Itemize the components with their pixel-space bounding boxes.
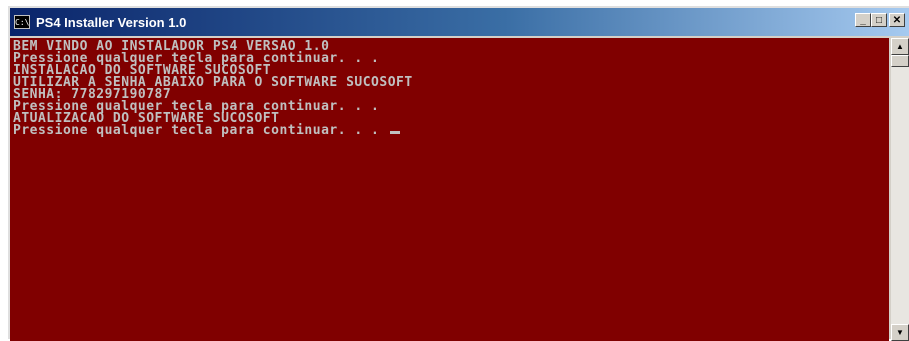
close-button[interactable]: ✕	[889, 13, 905, 27]
console-prompt-line: Pressione qualquer tecla para continuar.…	[13, 123, 889, 138]
minimize-button[interactable]: _	[855, 13, 871, 27]
maximize-button[interactable]: □	[871, 13, 887, 27]
title-buttons: _ □ ✕	[855, 13, 905, 27]
text-cursor	[389, 131, 400, 134]
console-app-icon[interactable]: C:\	[14, 15, 30, 29]
title-bar[interactable]: C:\ PS4 Installer Version 1.0 _ □ ✕	[10, 8, 909, 36]
console-output[interactable]: BEM VINDO AO INSTALADOR PS4 VERSAO 1.0 P…	[10, 38, 889, 341]
scroll-thumb[interactable]	[891, 55, 909, 67]
console-line-text: Pressione qualquer tecla para continuar.…	[13, 123, 388, 138]
scroll-up-arrow-icon[interactable]: ▲	[891, 38, 909, 55]
console-window: C:\ PS4 Installer Version 1.0 _ □ ✕ BEM …	[8, 6, 909, 341]
vertical-scrollbar[interactable]: ▲ ▼	[891, 38, 909, 341]
window-title: PS4 Installer Version 1.0	[36, 14, 187, 30]
scroll-down-arrow-icon[interactable]: ▼	[891, 324, 909, 341]
